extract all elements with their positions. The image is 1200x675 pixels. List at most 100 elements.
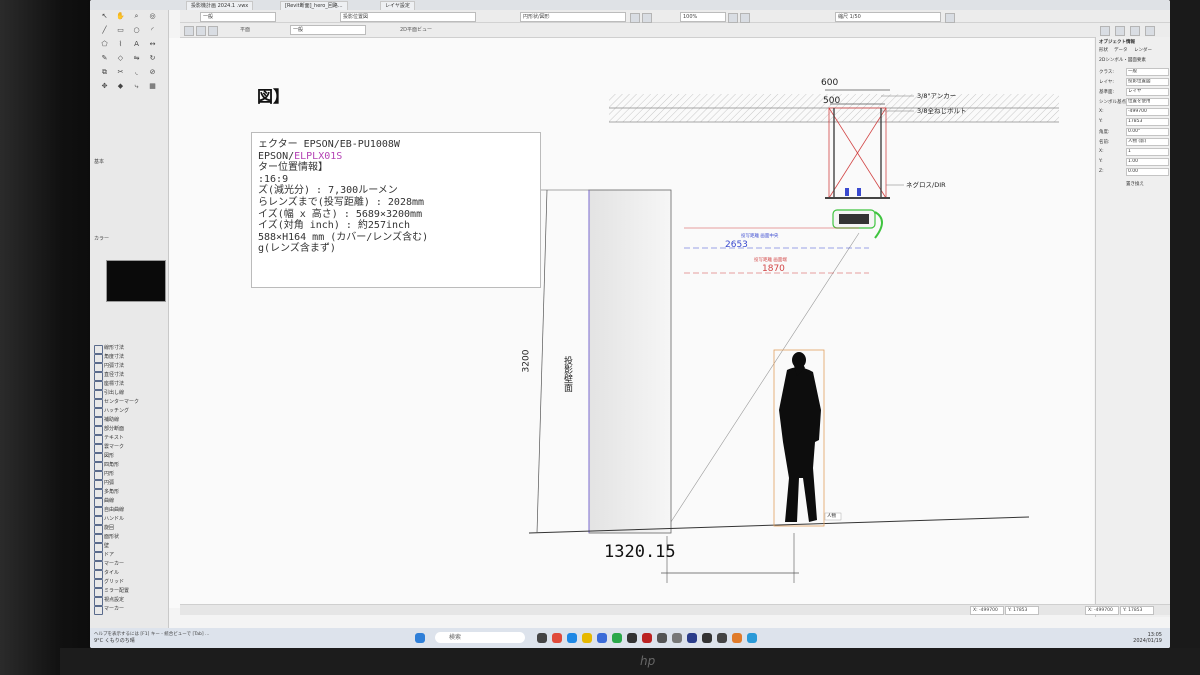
tool-list-item[interactable]: 壁	[94, 542, 164, 552]
tool-list-item[interactable]: 面形状	[94, 533, 164, 543]
tools-icon-4[interactable]	[1145, 26, 1155, 36]
tool-list-item[interactable]: センターマーク	[94, 398, 164, 408]
selection-tool-icon[interactable]: ↖	[100, 12, 109, 21]
pan-tool-icon[interactable]: ✋	[116, 12, 125, 21]
explorer-icon[interactable]	[582, 633, 592, 643]
rotate-tool-icon[interactable]: ↻	[148, 54, 157, 63]
clip-tool-icon[interactable]: ▦	[148, 82, 157, 91]
object-info-field[interactable]: 0.00°	[1126, 128, 1169, 136]
tool-list-item[interactable]: 引出し線	[94, 389, 164, 399]
tool-list-item[interactable]: 多角形	[94, 488, 164, 498]
drawing-canvas[interactable]: 図】 ェクター EPSON/EB-PU1008W EPSON/ELPLX01S ター…	[169, 38, 1094, 608]
object-info-field[interactable]: 17853	[1126, 118, 1169, 126]
eyedropper-tool-icon[interactable]: ✎	[100, 54, 109, 63]
tool-list-item[interactable]: テキスト	[94, 434, 164, 444]
trim-tool-icon[interactable]: ✂	[116, 68, 125, 77]
tool-list-item[interactable]: 部分断面	[94, 425, 164, 435]
tool-list-item[interactable]: ハンドル	[94, 515, 164, 525]
fit-view-button[interactable]	[728, 13, 738, 23]
tool-list-item[interactable]: 円形	[94, 470, 164, 480]
dimension-tool-icon[interactable]: ↔	[148, 40, 157, 49]
app-icon-2[interactable]	[642, 633, 652, 643]
tool-list-item[interactable]: グリッド	[94, 578, 164, 588]
mirror-tool-icon[interactable]: ⇋	[132, 54, 141, 63]
object-info-tab-render[interactable]: レンダー	[1134, 47, 1152, 53]
object-info-field[interactable]: 0.00	[1126, 168, 1169, 176]
zoom-tool-icon[interactable]: ⌕	[132, 12, 141, 21]
flyover-tool-icon[interactable]: ◎	[148, 12, 157, 21]
rectangle-tool-icon[interactable]: ▭	[116, 26, 125, 35]
fillet-tool-icon[interactable]: ◟	[132, 68, 141, 77]
tool-list-item[interactable]: 図形	[94, 452, 164, 462]
layer-dropdown[interactable]: 投影位置図	[340, 12, 476, 22]
mode-icon-3[interactable]	[208, 26, 218, 36]
app-icon-1[interactable]	[627, 633, 637, 643]
status-x2-field[interactable]: X: -499700	[1085, 606, 1119, 615]
tool-list-item[interactable]: 直径寸法	[94, 371, 164, 381]
object-info-field[interactable]: 1	[1126, 148, 1169, 156]
offset-tool-icon[interactable]: ⧉	[100, 68, 109, 77]
app-icon-8[interactable]	[732, 633, 742, 643]
color-swatch[interactable]	[106, 260, 166, 302]
tool-list-item[interactable]: 線形寸法	[94, 344, 164, 354]
object-info-tab-data[interactable]: データ	[1114, 47, 1128, 53]
tool-list-item[interactable]: 円弧	[94, 479, 164, 489]
object-info-field[interactable]: 1.00	[1126, 158, 1169, 166]
tools-icon-3[interactable]	[1130, 26, 1140, 36]
app-icon-9[interactable]	[747, 633, 757, 643]
app-icon-3[interactable]	[657, 633, 667, 643]
line-icon[interactable]	[612, 633, 622, 643]
windows-start-icon[interactable]	[415, 633, 425, 643]
object-info-field[interactable]: 一般	[1126, 68, 1169, 76]
tool-list-item[interactable]: マーカー	[94, 560, 164, 570]
polygon-tool-icon[interactable]: ⬠	[100, 40, 109, 49]
tool-list-item[interactable]: 四角形	[94, 461, 164, 471]
app-icon-6[interactable]	[702, 633, 712, 643]
tool-list-item[interactable]: ドア	[94, 551, 164, 561]
attribute-tool-icon[interactable]: ◇	[116, 54, 125, 63]
polyline-tool-icon[interactable]: ⌇	[116, 40, 125, 49]
flyover-button[interactable]	[740, 13, 750, 23]
text-tool-icon[interactable]: A	[132, 40, 141, 49]
render-mode-button[interactable]	[945, 13, 955, 23]
object-snap-button[interactable]	[642, 13, 652, 23]
tool-list-item[interactable]: ミラー配置	[94, 587, 164, 597]
class-dropdown[interactable]: 一般	[200, 12, 276, 22]
object-info-field[interactable]: 位置を使用	[1126, 98, 1169, 106]
circle-tool-icon[interactable]: ○	[132, 26, 141, 35]
snap-dropdown[interactable]: 円形状/図形	[520, 12, 626, 22]
scale-dropdown[interactable]: 縮尺 1/50	[835, 12, 941, 22]
object-info-tab-shape[interactable]: 形状	[1099, 47, 1108, 53]
app-icon-4[interactable]	[672, 633, 682, 643]
split-tool-icon[interactable]: ⊘	[148, 68, 157, 77]
zoom-dropdown[interactable]: 100%	[680, 12, 726, 22]
tools-icon-1[interactable]	[1100, 26, 1110, 36]
tool-list-item[interactable]: タイル	[94, 569, 164, 579]
tool-list-item[interactable]: 旋回	[94, 524, 164, 534]
object-info-field[interactable]: 投影位置図	[1126, 78, 1169, 86]
line-tool-icon[interactable]: ╱	[100, 26, 109, 35]
app-icon-5[interactable]	[687, 633, 697, 643]
replace-symbol-button[interactable]: 置き換え	[1126, 181, 1144, 187]
status-y-field[interactable]: Y: 17853	[1005, 606, 1039, 615]
taskbar-search-box[interactable]: 検索	[435, 632, 525, 643]
object-info-field[interactable]: 人物 (影)	[1126, 138, 1169, 146]
arc-tool-icon[interactable]: ◜	[148, 26, 157, 35]
tool-list-item[interactable]: マーカー	[94, 605, 164, 615]
edge-icon[interactable]	[567, 633, 577, 643]
grid-snap-button[interactable]	[630, 13, 640, 23]
word-icon[interactable]	[597, 633, 607, 643]
mode-icon-1[interactable]	[184, 26, 194, 36]
tool-list-item[interactable]: 自由曲線	[94, 506, 164, 516]
tool-list-item[interactable]: 雲マーク	[94, 443, 164, 453]
tool-list-item[interactable]: 視点設定	[94, 596, 164, 606]
tool-list-item[interactable]: 座標寸法	[94, 380, 164, 390]
view-dropdown[interactable]: 一般	[290, 25, 366, 35]
tool-list-item[interactable]: ハッチング	[94, 407, 164, 417]
object-info-field[interactable]: -499700	[1126, 108, 1169, 116]
status-y2-field[interactable]: Y: 17853	[1120, 606, 1154, 615]
reshape-tool-icon[interactable]: ◆	[116, 82, 125, 91]
taskbar-clock[interactable]: 13:05 2024/01/19	[1133, 632, 1162, 644]
status-x-field[interactable]: X: -499700	[970, 606, 1004, 615]
tool-list-item[interactable]: 角度寸法	[94, 353, 164, 363]
